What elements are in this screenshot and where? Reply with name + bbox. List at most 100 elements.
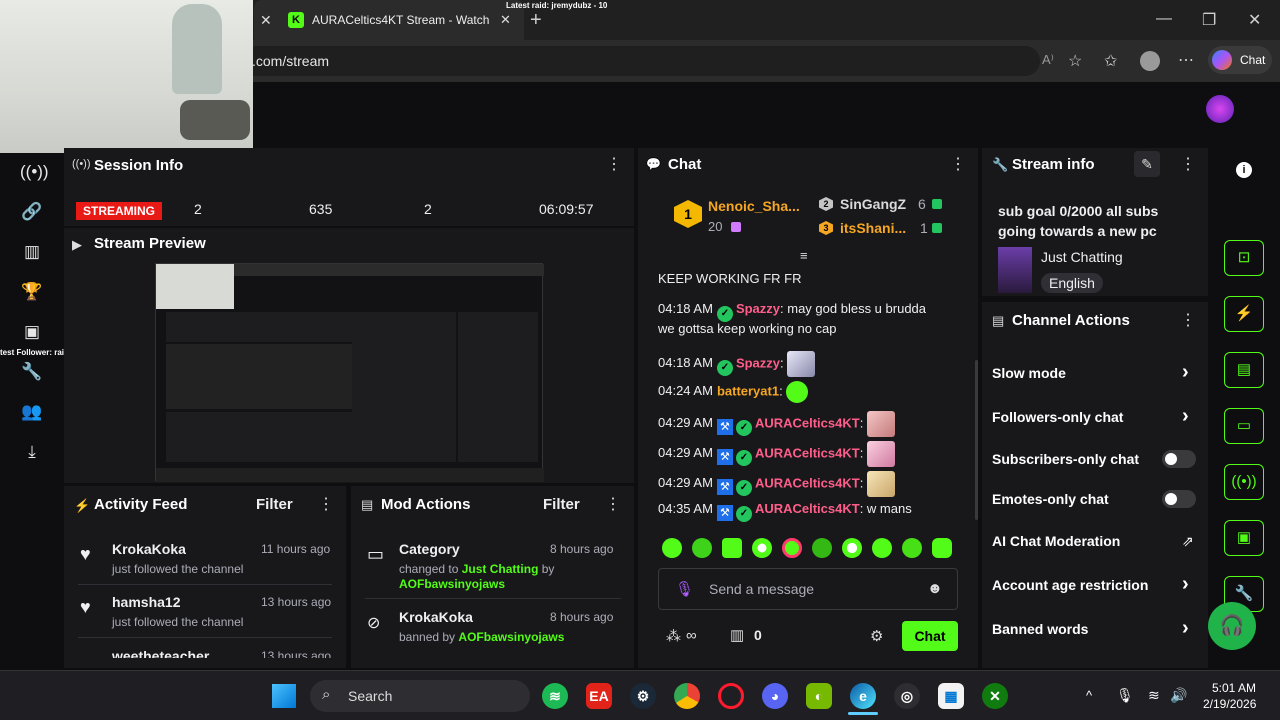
chat-username[interactable]: AURACeltics4KT xyxy=(755,501,860,516)
favorites-icon[interactable]: ✩ xyxy=(1104,51,1117,71)
chat-username[interactable]: Spazzy xyxy=(736,301,780,316)
chevron-right-icon[interactable]: › xyxy=(1182,361,1189,384)
stream-preview-video[interactable] xyxy=(155,263,544,482)
close-tab-icon[interactable]: ✕ xyxy=(260,12,272,29)
kebab-menu-icon[interactable]: ⋮ xyxy=(606,157,622,173)
leaderboard-name[interactable]: SinGangZ xyxy=(840,196,906,212)
analytics-icon[interactable]: ▥ xyxy=(20,240,44,264)
settings-gear-icon[interactable]: ⚙ xyxy=(870,627,883,645)
emote-button[interactable] xyxy=(842,538,862,558)
notes-icon[interactable]: ▤ xyxy=(1224,352,1264,388)
category-value[interactable]: Just Chatting xyxy=(462,562,539,576)
leaderboard-name[interactable]: itsShani... xyxy=(840,220,906,236)
screenshot-icon[interactable]: ⊡ xyxy=(1224,240,1264,276)
send-chat-button[interactable]: Chat xyxy=(902,621,958,651)
chrome-icon[interactable] xyxy=(674,683,700,709)
windows-start-icon[interactable] xyxy=(272,684,296,708)
chat-username[interactable]: AURACeltics4KT xyxy=(755,415,860,430)
close-tab-icon[interactable]: ✕ xyxy=(500,12,511,28)
kebab-menu-icon[interactable]: ⋮ xyxy=(605,497,621,513)
read-aloud-icon[interactable]: A⁾ xyxy=(1042,52,1054,68)
close-window-icon[interactable]: ✕ xyxy=(1248,10,1261,30)
expand-leaderboard-icon[interactable]: ≡ xyxy=(800,248,808,263)
kebab-menu-icon[interactable]: ⋮ xyxy=(318,497,334,513)
emoji-icon[interactable]: ☻ xyxy=(927,580,943,597)
emote-button[interactable] xyxy=(932,538,952,558)
chat-username[interactable]: Spazzy xyxy=(736,355,780,370)
category-thumbnail[interactable] xyxy=(998,247,1032,293)
new-tab-icon[interactable]: + xyxy=(530,9,542,32)
url-field[interactable]: .com/stream xyxy=(240,46,1040,76)
moderator-name[interactable]: AOFbawsinyojaws xyxy=(458,630,564,644)
subscribers-only-toggle[interactable] xyxy=(1162,450,1196,468)
ea-app-icon[interactable]: EA xyxy=(586,683,612,709)
download-icon[interactable]: ⤓ xyxy=(20,440,44,464)
more-menu-icon[interactable]: ⋯ xyxy=(1178,50,1194,70)
emote-button[interactable] xyxy=(902,538,922,558)
lightning-icon[interactable]: ⚡ xyxy=(1224,296,1264,332)
clock-time[interactable]: 5:01 AM xyxy=(1212,681,1256,695)
profile-avatar-icon[interactable] xyxy=(1140,51,1160,71)
emote-button[interactable] xyxy=(662,538,682,558)
chevron-right-icon[interactable]: › xyxy=(1182,405,1189,428)
kebab-menu-icon[interactable]: ⋮ xyxy=(1180,157,1196,173)
video-layout-icon[interactable]: ▣ xyxy=(1224,520,1264,556)
slow-mode-row[interactable]: Slow mode xyxy=(992,365,1066,381)
chat-username[interactable]: AURACeltics4KT xyxy=(755,445,860,460)
chat-scrollbar[interactable] xyxy=(975,360,978,520)
chat-username[interactable]: batteryat1 xyxy=(717,383,779,398)
microphone-icon[interactable]: 🎙 xyxy=(675,580,694,598)
banned-words-row[interactable]: Banned words xyxy=(992,621,1088,637)
user-avatar[interactable] xyxy=(1206,95,1234,123)
moderator-name[interactable]: AOFbawsinyojaws xyxy=(399,577,505,591)
opera-icon[interactable] xyxy=(718,683,744,709)
wrench-icon[interactable]: 🔧 xyxy=(20,360,44,384)
spotify-icon[interactable]: ≋ xyxy=(542,683,568,709)
volume-icon[interactable]: 🔊 xyxy=(1170,687,1187,704)
community-icon[interactable]: ⁂ xyxy=(666,627,681,645)
emote-button[interactable] xyxy=(692,538,712,558)
link-icon[interactable]: 🔗 xyxy=(20,200,44,224)
info-icon[interactable]: i xyxy=(1236,162,1252,178)
discord-icon[interactable]: ◕ xyxy=(762,683,788,709)
chevron-right-icon[interactable]: › xyxy=(1182,617,1189,640)
clock-date[interactable]: 2/19/2026 xyxy=(1203,697,1256,711)
emote-button[interactable] xyxy=(872,538,892,558)
support-headset-icon[interactable]: 🎧 xyxy=(1208,602,1256,650)
trophy-icon[interactable]: 🏆 xyxy=(20,280,44,304)
favorite-star-icon[interactable]: ☆ xyxy=(1068,51,1082,71)
ai-moderation-row[interactable]: AI Chat Moderation xyxy=(992,533,1120,549)
minimize-icon[interactable]: — xyxy=(1156,10,1172,28)
nvidia-icon[interactable]: ◐ xyxy=(806,683,832,709)
edit-pencil-icon[interactable]: ✎ xyxy=(1134,151,1160,177)
wifi-icon[interactable]: ≋ xyxy=(1148,687,1160,704)
chat-username[interactable]: AURACeltics4KT xyxy=(755,475,860,490)
filter-button[interactable]: Filter xyxy=(256,496,293,513)
external-link-icon[interactable]: ⇗ xyxy=(1182,533,1194,550)
microphone-icon[interactable]: 🎙 xyxy=(1116,687,1134,704)
broadcast-icon[interactable]: ((•)) xyxy=(20,160,49,184)
emote-button[interactable] xyxy=(722,538,742,558)
broadcast-icon[interactable]: ((•)) xyxy=(1224,464,1264,500)
obs-icon[interactable]: ◎ xyxy=(894,683,920,709)
chat-input-box[interactable]: 🎙 Send a message ☻ xyxy=(658,568,958,610)
browser-tab[interactable]: ✕ K AURACeltics4KT Stream - Watch Li ✕ xyxy=(254,0,524,40)
emote-button[interactable] xyxy=(752,538,772,558)
copilot-chat-button[interactable]: Chat xyxy=(1208,46,1272,74)
kebab-menu-icon[interactable]: ⋮ xyxy=(950,157,966,173)
emote-button[interactable] xyxy=(812,538,832,558)
filter-button[interactable]: Filter xyxy=(543,496,580,513)
points-icon[interactable]: ▥ xyxy=(730,626,744,644)
restore-icon[interactable]: ❐ xyxy=(1202,10,1216,30)
followers-only-row[interactable]: Followers-only chat xyxy=(992,409,1123,425)
leaderboard-name[interactable]: Nenoic_Sha... xyxy=(708,198,800,214)
chat-bubble-icon[interactable]: ▭ xyxy=(1224,408,1264,444)
steam-icon[interactable]: ⚙ xyxy=(630,683,656,709)
community-icon[interactable]: 👥 xyxy=(20,400,44,424)
edge-icon[interactable]: e xyxy=(850,683,876,709)
account-age-row[interactable]: Account age restriction xyxy=(992,577,1148,593)
kebab-menu-icon[interactable]: ⋮ xyxy=(1180,313,1196,329)
emotes-only-toggle[interactable] xyxy=(1162,490,1196,508)
chevron-right-icon[interactable]: › xyxy=(1182,573,1189,596)
ms-store-icon[interactable]: ▦ xyxy=(938,683,964,709)
